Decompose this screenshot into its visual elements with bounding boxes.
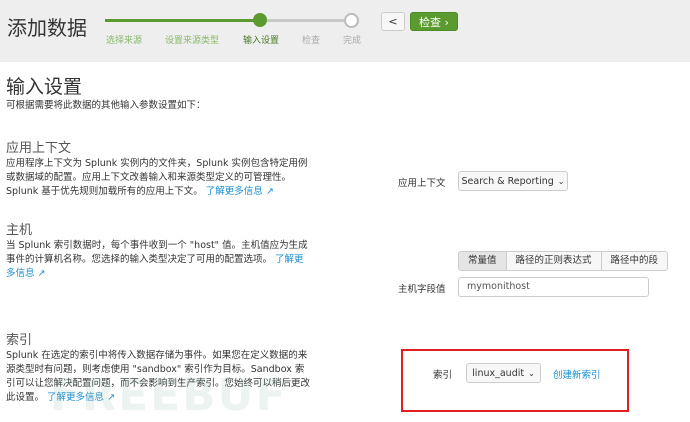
- external-link-icon: ↗: [34, 268, 46, 279]
- current-step-dot: [253, 13, 267, 27]
- host-heading: 主机: [6, 223, 33, 238]
- app-context-value: Search & Reporting: [461, 175, 554, 187]
- step-review: 检查: [302, 36, 321, 46]
- header: [0, 0, 690, 62]
- external-link-icon: ↗: [262, 186, 274, 197]
- chevron-down-icon: ⌄: [557, 176, 565, 186]
- host-text: 当 Splunk 索引数据时，每个事件收到一个 "host" 值。主机值应为生成…: [6, 240, 308, 265]
- app-context-label: 应用上下文: [398, 178, 446, 189]
- step-source-type: 设置来源类型: [165, 36, 220, 46]
- host-field-label: 主机字段值: [398, 284, 446, 295]
- step-select-source: 选择来源: [106, 36, 143, 46]
- app-context-learn-more-link[interactable]: 了解更多信息: [206, 186, 263, 197]
- host-description: 当 Splunk 索引数据时，每个事件收到一个 "host" 值。主机值应为生成…: [6, 239, 311, 281]
- index-heading: 索引: [6, 333, 33, 348]
- final-step-dot: [344, 13, 359, 28]
- app-context-heading: 应用上下文: [6, 141, 72, 156]
- create-index-link[interactable]: 创建新索引: [553, 367, 601, 381]
- back-button[interactable]: <: [381, 12, 405, 31]
- host-field-input[interactable]: mymonithost: [458, 277, 649, 297]
- step-input-settings: 输入设置: [243, 36, 280, 46]
- index-label: 索引: [433, 370, 453, 381]
- review-next-button[interactable]: 检查 ›: [410, 12, 458, 31]
- host-mode-segmented: 常量值 路径的正则表达式 路径中的段: [458, 251, 669, 271]
- app-context-description: 应用程序上下文为 Splunk 实例内的文件夹，Splunk 实例包含特定用例或…: [6, 157, 311, 199]
- app-context-dropdown[interactable]: Search & Reporting ⌄: [458, 171, 568, 191]
- index-value: linux_audit: [472, 367, 525, 379]
- host-mode-regex[interactable]: 路径的正则表达式: [507, 252, 602, 270]
- page-header-title: 添加数据: [7, 16, 87, 40]
- host-mode-constant[interactable]: 常量值: [459, 252, 507, 270]
- progress-remaining: [260, 19, 344, 22]
- section-subtitle: 可根据需要将此数据的其他输入参数设置如下：: [6, 100, 206, 111]
- chevron-down-icon: ⌄: [528, 368, 535, 378]
- progress-done: [105, 19, 260, 22]
- watermark: FREEBUF: [50, 370, 288, 421]
- step-done: 完成: [343, 36, 362, 46]
- index-dropdown[interactable]: linux_audit ⌄: [466, 363, 541, 383]
- section-title: 输入设置: [6, 76, 83, 98]
- host-mode-segment[interactable]: 路径中的段: [602, 252, 668, 270]
